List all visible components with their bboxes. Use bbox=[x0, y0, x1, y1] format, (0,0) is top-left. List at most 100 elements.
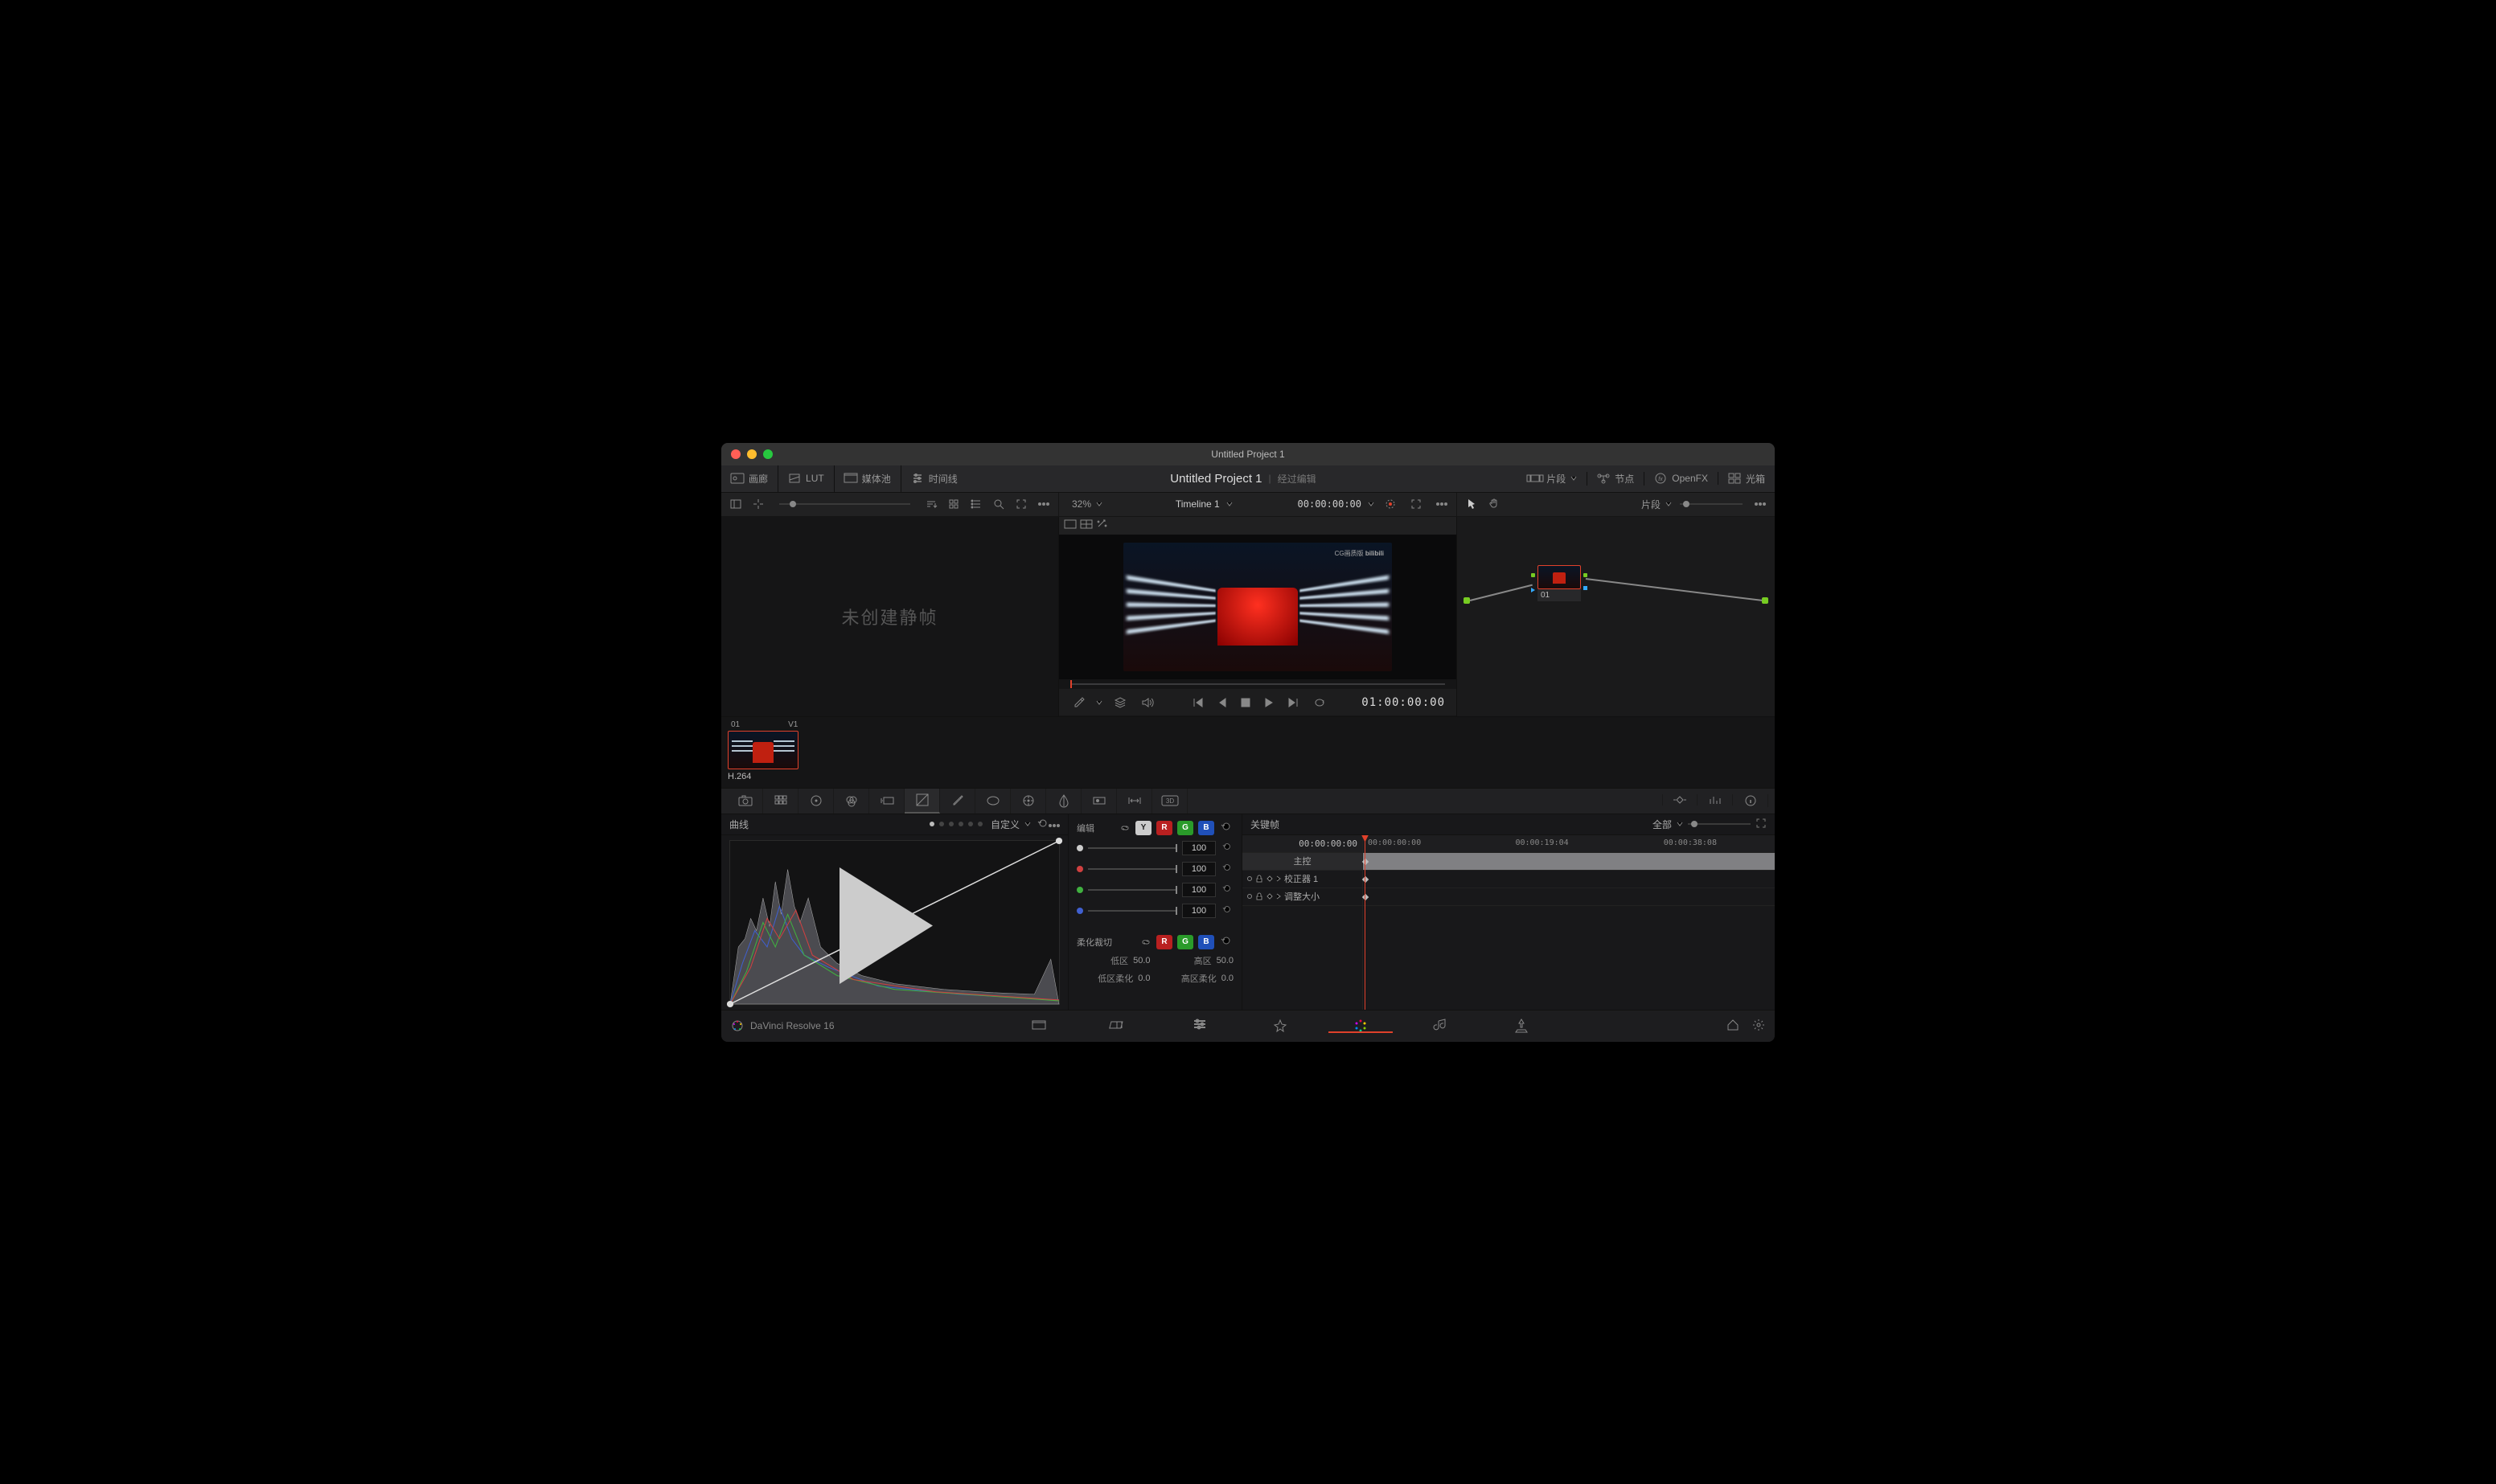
goto-end-icon[interactable] bbox=[1284, 695, 1302, 710]
step-back-icon[interactable] bbox=[1215, 696, 1230, 709]
reset-g-icon[interactable] bbox=[1221, 883, 1234, 896]
key-icon[interactable] bbox=[1082, 789, 1117, 814]
page-edit-button[interactable] bbox=[1160, 1019, 1240, 1030]
viewer-timecode[interactable]: 01:00:00:00 bbox=[1361, 696, 1445, 709]
window-maximize-button[interactable] bbox=[763, 449, 773, 459]
lock-icon[interactable] bbox=[1255, 892, 1263, 900]
kf-corrector-track[interactable]: 校正器 1 bbox=[1242, 871, 1362, 888]
layers-icon[interactable] bbox=[1110, 695, 1130, 710]
kf-diamond[interactable] bbox=[1362, 893, 1369, 900]
kf-diamond[interactable] bbox=[1362, 875, 1369, 882]
edit-reset-icon[interactable] bbox=[1219, 821, 1234, 834]
node-01[interactable]: 01 bbox=[1537, 565, 1581, 601]
tracking-icon[interactable] bbox=[1011, 789, 1046, 814]
enable-dot-icon[interactable] bbox=[1247, 894, 1252, 899]
slider-r[interactable] bbox=[1088, 861, 1177, 877]
timeline-tc[interactable]: 00:00:00:00 bbox=[1298, 498, 1361, 510]
sidebar-toggle-icon[interactable] bbox=[726, 494, 745, 514]
timeline-toggle[interactable]: 时间线 bbox=[901, 465, 967, 492]
search-icon[interactable] bbox=[989, 494, 1008, 514]
value-y[interactable]: 100 bbox=[1182, 841, 1216, 855]
expand-icon[interactable] bbox=[1012, 494, 1031, 514]
nodes-clips-dropdown[interactable]: 片段 bbox=[1641, 498, 1672, 511]
audio-icon[interactable] bbox=[1138, 695, 1157, 710]
chevron-right-icon[interactable] bbox=[1276, 875, 1281, 882]
rgb-mixer-icon[interactable] bbox=[834, 789, 869, 814]
play-tag-icon[interactable] bbox=[733, 844, 1062, 1007]
curves-mode-dropdown[interactable]: 自定义 bbox=[991, 818, 1031, 831]
window-minimize-button[interactable] bbox=[747, 449, 757, 459]
diamond-icon[interactable] bbox=[1266, 875, 1273, 882]
link-icon[interactable] bbox=[1119, 822, 1131, 834]
chevron-down-icon[interactable] bbox=[1368, 501, 1374, 507]
page-fusion-button[interactable] bbox=[1240, 1019, 1320, 1033]
viewer-more-icon[interactable] bbox=[1432, 494, 1451, 514]
timeline-name-dropdown[interactable]: Timeline 1 bbox=[1176, 498, 1233, 510]
camera-raw-icon[interactable] bbox=[728, 789, 763, 814]
goto-start-icon[interactable] bbox=[1189, 695, 1207, 710]
channel-b-button[interactable]: B bbox=[1198, 821, 1214, 835]
reset-y-icon[interactable] bbox=[1221, 842, 1234, 854]
window-close-button[interactable] bbox=[731, 449, 741, 459]
gallery-toggle[interactable]: 画廊 bbox=[721, 465, 778, 492]
node-input-dot[interactable] bbox=[1464, 597, 1470, 604]
lock-icon[interactable] bbox=[1255, 875, 1263, 883]
page-color-button[interactable] bbox=[1320, 1019, 1401, 1033]
curves-more-icon[interactable] bbox=[1049, 818, 1060, 830]
nodes-toggle[interactable]: 节点 bbox=[1587, 472, 1644, 486]
viewer-single-icon[interactable] bbox=[1064, 519, 1077, 533]
channel-y-button[interactable]: Y bbox=[1135, 821, 1152, 835]
pointer-icon[interactable] bbox=[1462, 494, 1481, 514]
diamond-icon[interactable] bbox=[1266, 893, 1273, 900]
curves-canvas[interactable] bbox=[729, 840, 1060, 1005]
page-deliver-button[interactable] bbox=[1481, 1019, 1562, 1033]
chevron-down-icon[interactable] bbox=[1096, 699, 1102, 706]
kf-resize-track[interactable]: 调整大小 bbox=[1242, 888, 1362, 906]
openfx-toggle[interactable]: fx OpenFX bbox=[1644, 472, 1718, 485]
more-icon[interactable] bbox=[1034, 494, 1053, 514]
viewer-grid-icon[interactable] bbox=[1080, 519, 1093, 533]
node-output-dot[interactable] bbox=[1762, 597, 1768, 604]
soft-b-button[interactable]: B bbox=[1198, 935, 1214, 949]
motion-icon[interactable] bbox=[869, 789, 905, 814]
chevron-right-icon[interactable] bbox=[1276, 893, 1281, 900]
slider-g[interactable] bbox=[1088, 882, 1177, 898]
high-soft-value[interactable]: 0.0 bbox=[1221, 974, 1234, 983]
info-icon[interactable] bbox=[1733, 794, 1768, 807]
stop-icon[interactable] bbox=[1238, 696, 1254, 709]
expand-viewer-icon[interactable] bbox=[1406, 494, 1426, 514]
soft-reset-icon[interactable] bbox=[1219, 935, 1234, 949]
soft-r-button[interactable]: R bbox=[1156, 935, 1172, 949]
kf-diamond[interactable] bbox=[1362, 858, 1369, 864]
reset-icon[interactable] bbox=[1037, 818, 1049, 831]
keyframes-filter-dropdown[interactable]: 全部 bbox=[1652, 818, 1683, 831]
still-grab-icon[interactable] bbox=[749, 494, 768, 514]
keyframe-timeline[interactable]: 00:00:00:00 00:00:19:04 00:00:38:08 bbox=[1363, 835, 1775, 1010]
page-fairlight-button[interactable] bbox=[1401, 1019, 1481, 1031]
page-cut-button[interactable] bbox=[1079, 1019, 1160, 1031]
soft-g-button[interactable]: G bbox=[1177, 935, 1193, 949]
keyframe-mode-icon[interactable] bbox=[1662, 794, 1698, 806]
high-value[interactable]: 50.0 bbox=[1217, 956, 1234, 965]
3d-icon[interactable]: 3D bbox=[1152, 789, 1188, 814]
node-editor[interactable]: 01 bbox=[1457, 517, 1775, 716]
lut-toggle[interactable]: LUT bbox=[778, 465, 835, 492]
wheels-icon[interactable] bbox=[798, 789, 834, 814]
magic-wand-icon[interactable] bbox=[1096, 518, 1107, 533]
scopes-icon[interactable] bbox=[1698, 794, 1733, 806]
curves-icon[interactable] bbox=[905, 789, 940, 814]
qualifier-icon[interactable] bbox=[940, 789, 975, 814]
blur-icon[interactable] bbox=[1046, 789, 1082, 814]
window-icon[interactable] bbox=[975, 789, 1011, 814]
value-b[interactable]: 100 bbox=[1182, 904, 1216, 918]
slider-b[interactable] bbox=[1088, 903, 1177, 919]
sizing-icon[interactable] bbox=[1117, 789, 1152, 814]
mediapool-toggle[interactable]: 媒体池 bbox=[835, 465, 901, 492]
page-media-button[interactable] bbox=[999, 1019, 1079, 1031]
lightbox-toggle[interactable]: 光箱 bbox=[1718, 472, 1775, 486]
reset-b-icon[interactable] bbox=[1221, 904, 1234, 916]
reset-r-icon[interactable] bbox=[1221, 863, 1234, 875]
channel-g-button[interactable]: G bbox=[1177, 821, 1193, 835]
hand-icon[interactable] bbox=[1484, 494, 1504, 514]
link-icon[interactable] bbox=[1140, 937, 1152, 948]
